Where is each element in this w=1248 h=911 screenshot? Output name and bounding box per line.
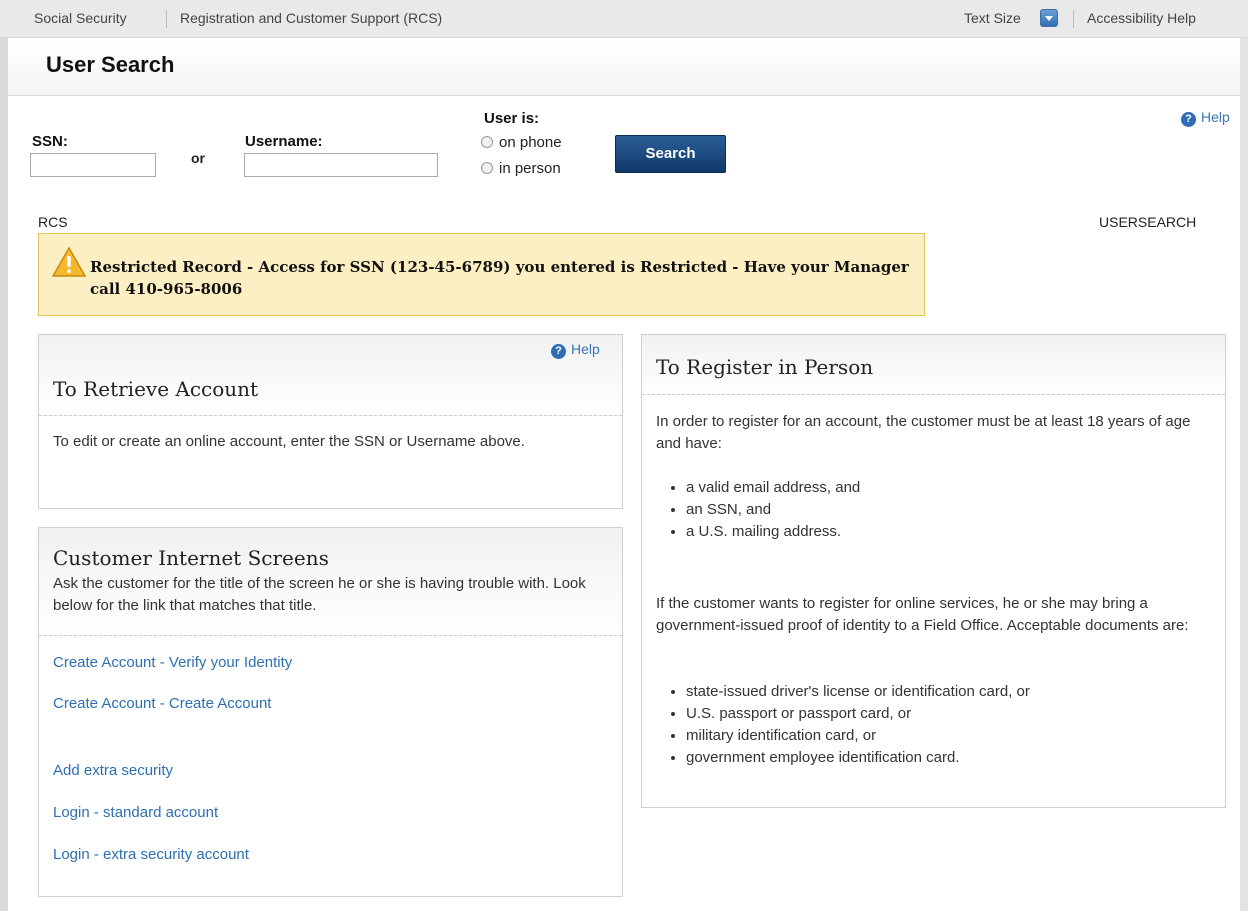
requirements-list: a valid email address, and an SSN, and a…: [666, 477, 860, 543]
warning-icon: [52, 247, 86, 277]
text-size-label: Text Size: [964, 10, 1021, 26]
list-item: a U.S. mailing address.: [686, 521, 860, 543]
list-item: government employee identification card.: [686, 747, 1030, 769]
page-gutter-left: [0, 38, 8, 911]
radio-label: on phone: [499, 134, 562, 151]
register-in-person-panel: To Register in Person In order to regist…: [641, 334, 1226, 808]
retrieve-account-panel: ? Help To Retrieve Account To edit or cre…: [38, 334, 623, 509]
retrieve-body: To edit or create an online account, ent…: [53, 433, 525, 450]
page-header: User Search: [8, 38, 1240, 96]
link-login-extra-security[interactable]: Login - extra security account: [53, 846, 249, 863]
username-input[interactable]: [244, 153, 438, 177]
radio-label: in person: [499, 160, 561, 177]
panel-header: To Register in Person: [642, 335, 1225, 395]
radio-button-icon[interactable]: [481, 162, 493, 174]
help-label: Help: [571, 341, 600, 357]
text-size-dropdown-icon[interactable]: [1040, 9, 1058, 27]
panel-header: ? Help To Retrieve Account: [39, 335, 622, 416]
help-icon: ?: [1181, 112, 1196, 127]
top-bar: Social Security Registration and Custome…: [0, 0, 1248, 38]
link-create-account[interactable]: Create Account - Create Account: [53, 695, 271, 712]
list-item: military identification card, or: [686, 725, 1030, 747]
page-title: User Search: [46, 52, 175, 77]
link-verify-identity[interactable]: Create Account - Verify your Identity: [53, 654, 292, 671]
screens-intro: Ask the customer for the title of the sc…: [53, 575, 586, 614]
breadcrumb-screen-id: USERSEARCH: [1099, 214, 1197, 230]
list-item: a valid email address, and: [686, 477, 860, 499]
documents-list: state-issued driver's license or identif…: [666, 681, 1030, 769]
radio-in-person[interactable]: in person: [481, 160, 561, 177]
restricted-record-alert: Restricted Record - Access for SSN (123-…: [38, 233, 925, 316]
ssn-label: SSN:: [32, 133, 68, 150]
brand-link[interactable]: Social Security: [34, 10, 127, 26]
retrieve-title: To Retrieve Account: [53, 377, 259, 401]
divider: [1073, 10, 1074, 28]
accessibility-help-link[interactable]: Accessibility Help: [1087, 10, 1196, 26]
search-help-link[interactable]: ? Help: [1181, 109, 1230, 127]
register-online-text: If the customer wants to register for on…: [656, 595, 1189, 634]
customer-screens-panel: Customer Internet Screens Ask the custom…: [38, 527, 623, 897]
page-gutter-right: [1240, 38, 1248, 911]
divider: [166, 10, 167, 28]
register-intro: In order to register for an account, the…: [656, 413, 1191, 452]
ssn-input[interactable]: [30, 153, 156, 177]
alert-message: Restricted Record - Access for SSN (123-…: [90, 258, 909, 298]
screens-title: Customer Internet Screens: [53, 546, 329, 570]
user-is-label: User is:: [484, 110, 540, 127]
retrieve-help-link[interactable]: ? Help: [551, 341, 600, 359]
list-item: U.S. passport or passport card, or: [686, 703, 1030, 725]
app-name-link[interactable]: Registration and Customer Support (RCS): [180, 10, 442, 26]
username-label: Username:: [245, 133, 323, 150]
help-icon: ?: [551, 344, 566, 359]
or-label: or: [191, 150, 205, 166]
register-title: To Register in Person: [656, 355, 874, 379]
breadcrumb-app: RCS: [38, 214, 68, 230]
help-label: Help: [1201, 109, 1230, 125]
search-button[interactable]: Search: [615, 135, 726, 173]
radio-button-icon[interactable]: [481, 136, 493, 148]
radio-on-phone[interactable]: on phone: [481, 134, 562, 151]
link-login-standard[interactable]: Login - standard account: [53, 804, 218, 821]
list-item: state-issued driver's license or identif…: [686, 681, 1030, 703]
link-add-extra-security[interactable]: Add extra security: [53, 762, 173, 779]
list-item: an SSN, and: [686, 499, 860, 521]
panel-header: Customer Internet Screens Ask the custom…: [39, 528, 622, 636]
